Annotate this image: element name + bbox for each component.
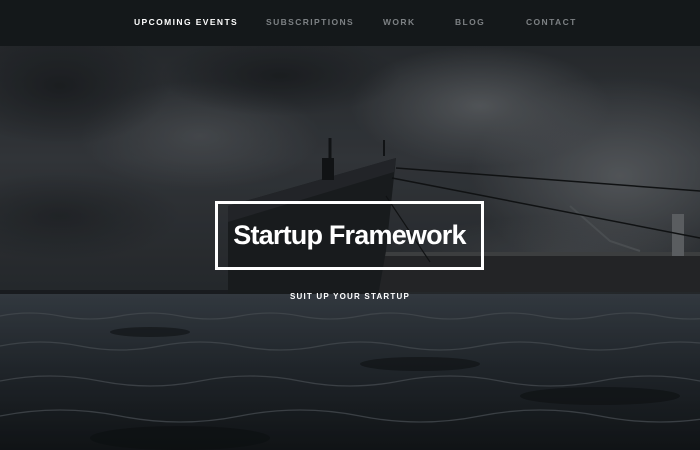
nav-item-subscriptions[interactable]: SUBSCRIPTIONS [266, 17, 354, 27]
hero-tagline: SUIT UP YOUR STARTUP [289, 292, 410, 301]
nav-item-upcoming-events[interactable]: UPCOMING EVENTS [134, 17, 238, 27]
top-navigation: UPCOMING EVENTS SUBSCRIPTIONS WORK BLOG … [0, 0, 700, 46]
nav-item-work[interactable]: WORK [383, 17, 416, 27]
hero-title: Startup Framework [233, 220, 466, 250]
hero-title-box: Startup Framework [215, 201, 484, 270]
page: UPCOMING EVENTS SUBSCRIPTIONS WORK BLOG … [0, 0, 700, 450]
nav-item-contact[interactable]: CONTACT [526, 17, 577, 27]
nav-item-blog[interactable]: BLOG [455, 17, 485, 27]
